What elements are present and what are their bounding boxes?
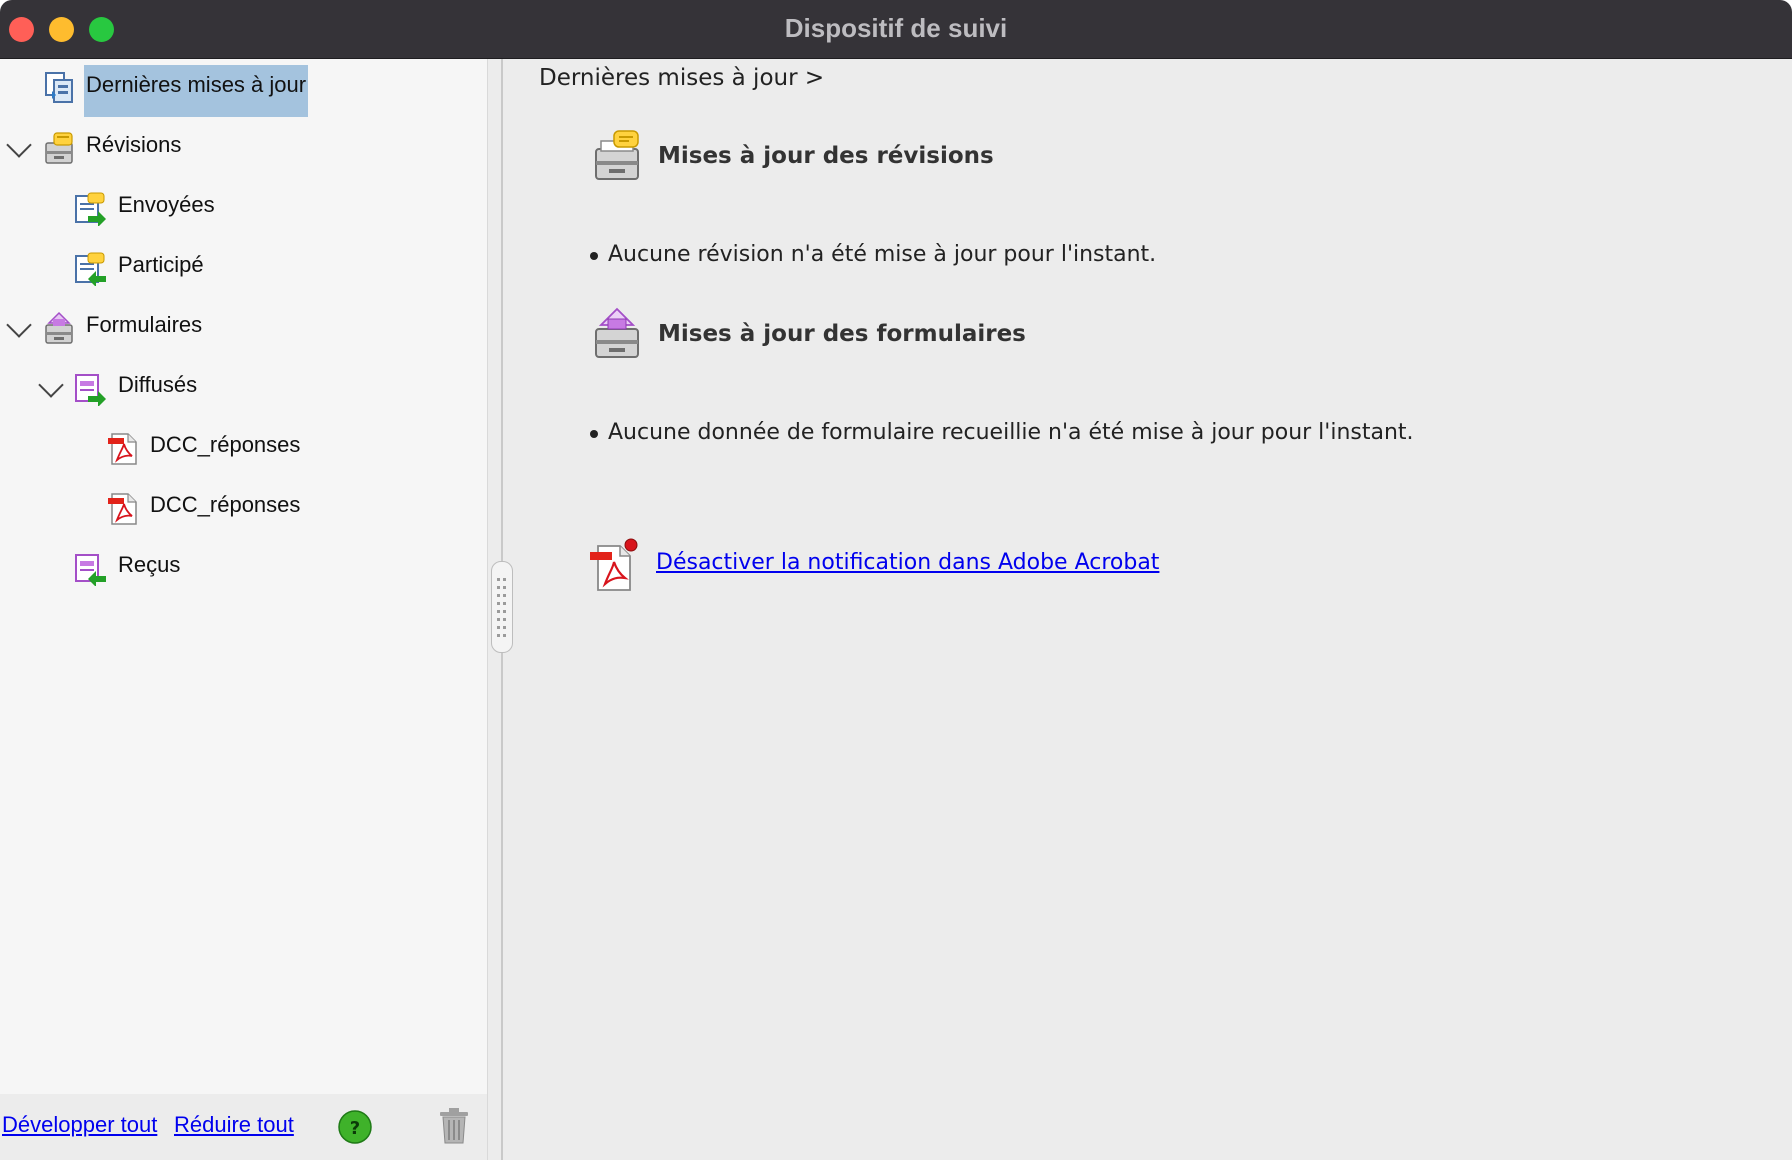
sidebar-item-forms[interactable]: Formulaires	[0, 299, 487, 359]
svg-text:?: ?	[350, 1118, 360, 1139]
breadcrumb: Dernières mises à jour >	[539, 65, 825, 91]
sidebar-item-label: Participé	[118, 252, 204, 277]
bullet	[590, 430, 598, 438]
reviews-status-message: Aucune révision n'a été mise à jour pour…	[608, 242, 1157, 267]
sidebar-item-pdf[interactable]: DCC_réponses	[0, 479, 487, 539]
sidebar-item-label: Envoyées	[118, 192, 215, 217]
reviews-tray-icon	[45, 132, 73, 164]
sidebar-item-label: Reçus	[118, 552, 181, 577]
trash-icon[interactable]	[437, 1107, 471, 1145]
sidebar-item-label: DCC_réponses	[150, 432, 301, 457]
forms-tray-icon	[45, 311, 73, 344]
window-title: Dispositif de suivi	[784, 13, 1008, 43]
sidebar-item-label: Formulaires	[86, 312, 203, 337]
tracker-sidebar: Dernières mises à jour Révisions Envoyée…	[0, 59, 487, 1160]
splitter-handle[interactable]	[491, 561, 513, 653]
distributed-forms-icon	[75, 374, 106, 406]
forms-tray-icon	[595, 307, 639, 358]
sidebar-item-label: DCC_réponses	[150, 492, 301, 517]
bullet	[590, 252, 598, 260]
tracker-window: Dispositif de suivi Dernières mises à jo…	[0, 0, 1792, 1160]
sidebar-item-pdf[interactable]: DCC_réponses	[0, 419, 487, 479]
pane-splitter[interactable]	[487, 59, 517, 1160]
sidebar-item-joined[interactable]: Participé	[0, 239, 487, 299]
collapse-all-link[interactable]: Réduire tout	[174, 1112, 294, 1138]
help-icon[interactable]: ?	[337, 1109, 373, 1145]
chevron-down-icon[interactable]	[6, 312, 32, 338]
joined-reviews-icon	[75, 252, 106, 286]
pdf-icon	[108, 493, 137, 525]
sidebar-item-sent[interactable]: Envoyées	[0, 179, 487, 239]
sidebar-item-received[interactable]: Reçus	[0, 539, 487, 599]
sidebar-item-reviews[interactable]: Révisions	[0, 119, 487, 179]
title-bar: Dispositif de suivi	[0, 0, 1792, 59]
sidebar-item-label: Dernières mises à jour	[86, 72, 307, 97]
latest-updates-icon	[45, 72, 73, 103]
pdf-icon	[108, 433, 137, 465]
section-title-forms: Mises à jour des formulaires	[658, 321, 1026, 347]
sidebar-item-latest-updates[interactable]: Dernières mises à jour	[0, 59, 487, 119]
sidebar-item-distributed[interactable]: Diffusés	[0, 359, 487, 419]
chevron-down-icon[interactable]	[38, 372, 64, 398]
forms-status-message: Aucune donnée de formulaire recueillie n…	[608, 420, 1414, 445]
reviews-tray-icon	[595, 130, 639, 180]
acrobat-pdf-icon	[590, 538, 638, 591]
chevron-down-icon[interactable]	[6, 132, 32, 158]
sidebar-item-label: Diffusés	[118, 372, 198, 397]
main-content: Dernières mises à jour > Mises à jour de…	[517, 59, 1792, 1160]
received-forms-icon	[75, 554, 106, 586]
section-title-reviews: Mises à jour des révisions	[658, 143, 994, 169]
expand-all-link[interactable]: Développer tout	[2, 1112, 157, 1138]
disable-notification-link[interactable]: Désactiver la notification dans Adobe Ac…	[656, 550, 1159, 575]
sent-reviews-icon	[75, 192, 106, 226]
sidebar-item-label: Révisions	[86, 132, 182, 157]
